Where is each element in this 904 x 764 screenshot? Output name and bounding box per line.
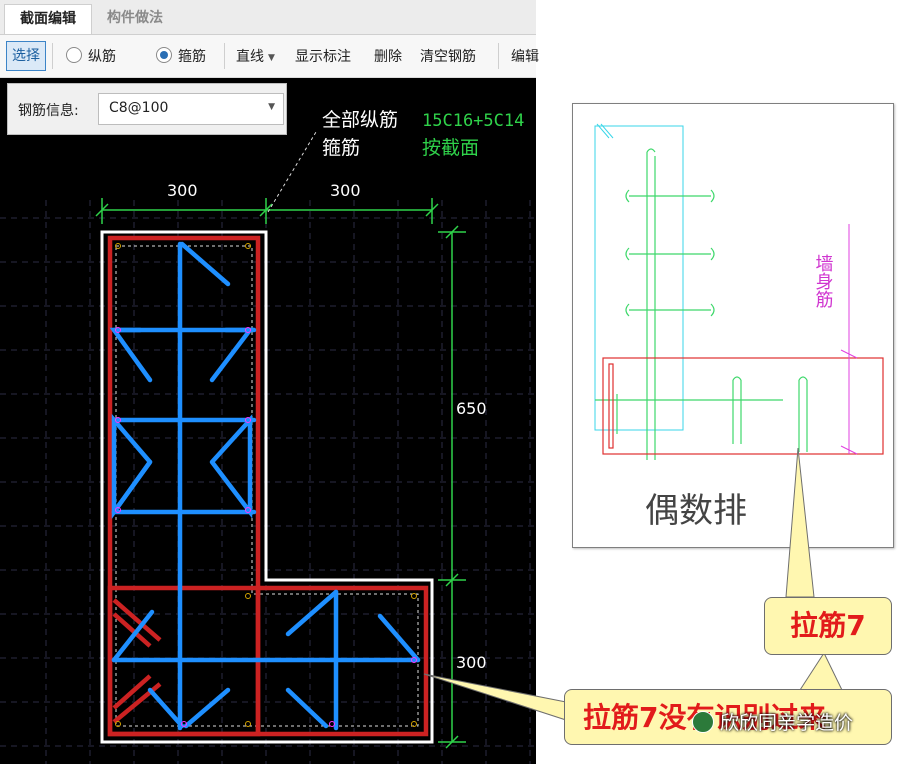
watermark: 欣欣同亲学造价 [692, 708, 853, 735]
toolbar-divider [52, 43, 53, 69]
wall-rebar-label: 墙身筋 [813, 254, 834, 309]
delete-button[interactable]: 删除 [374, 46, 402, 66]
even-rows-caption: 偶数排 [645, 491, 747, 531]
radio-off-icon [66, 47, 82, 63]
tab-component-method[interactable]: 构件做法 [92, 4, 178, 33]
value-longitudinal: 15C16+5C14 [422, 111, 524, 131]
rebar-info-panel: 钢筋信息: C8@100 ▼ [7, 83, 287, 135]
drawing-canvas[interactable]: 全部纵筋 箍筋 15C16+5C14 按截面 300 300 650 300 [0, 78, 536, 764]
show-annotation-button[interactable]: 显示标注 [295, 46, 351, 66]
chevron-down-icon: ▼ [268, 53, 275, 63]
tie-7-callout: 拉筋7 [764, 597, 892, 655]
edit-button[interactable]: 编辑 [511, 46, 539, 66]
rebar-info-value: C8@100 [109, 100, 169, 116]
tab-bar: 截面编辑 构件做法 [0, 0, 536, 35]
grid [0, 200, 536, 764]
leader-line [267, 131, 317, 213]
value-stirrup: 按截面 [422, 137, 479, 159]
toolbar: 选择 纵筋 箍筋 直线 ▼ 显示标注 删除 清空钢筋 编辑 [0, 35, 539, 78]
clear-rebar-button[interactable]: 清空钢筋 [420, 46, 476, 66]
section-editor-app: 截面编辑 构件做法 选择 纵筋 箍筋 直线 ▼ 显示标注 删除 清空钢筋 编辑 [0, 0, 539, 764]
toolbar-divider [498, 43, 499, 69]
toolbar-divider [224, 43, 225, 69]
section-outline [100, 230, 434, 744]
label-stirrup: 箍筋 [322, 137, 360, 159]
dim-top-right: 300 [330, 181, 361, 200]
wechat-icon [692, 711, 714, 733]
stirrup-radio[interactable]: 箍筋 [156, 46, 206, 66]
watermark-text: 欣欣同亲学造价 [720, 712, 854, 734]
dim-right-lower: 300 [456, 653, 487, 672]
stirrup-radio-label: 箍筋 [178, 49, 206, 65]
dimension-lines [95, 198, 466, 749]
label-all-longitudinal: 全部纵筋 [322, 109, 398, 131]
longitudinal-radio-label: 纵筋 [88, 49, 116, 65]
select-button[interactable]: 选择 [6, 41, 46, 71]
rebar-info-label: 钢筋信息: [18, 103, 79, 119]
tab-section-edit[interactable]: 截面编辑 [4, 4, 92, 34]
reference-sketch: 墙身筋 偶数排 [594, 123, 884, 531]
dim-top-left: 300 [167, 181, 198, 200]
section-drawing: 全部纵筋 箍筋 15C16+5C14 按截面 300 300 650 300 [0, 109, 536, 764]
line-dropdown[interactable]: 直线 ▼ [236, 46, 275, 66]
chevron-down-icon: ▼ [268, 102, 275, 112]
reference-drawing-photo: 墙身筋 偶数排 [572, 103, 894, 548]
longitudinal-radio[interactable]: 纵筋 [66, 46, 116, 66]
line-dropdown-label: 直线 [236, 49, 264, 65]
rebar-info-select[interactable]: C8@100 ▼ [98, 93, 284, 125]
radio-on-icon [156, 47, 172, 63]
dim-right-upper: 650 [456, 399, 487, 418]
